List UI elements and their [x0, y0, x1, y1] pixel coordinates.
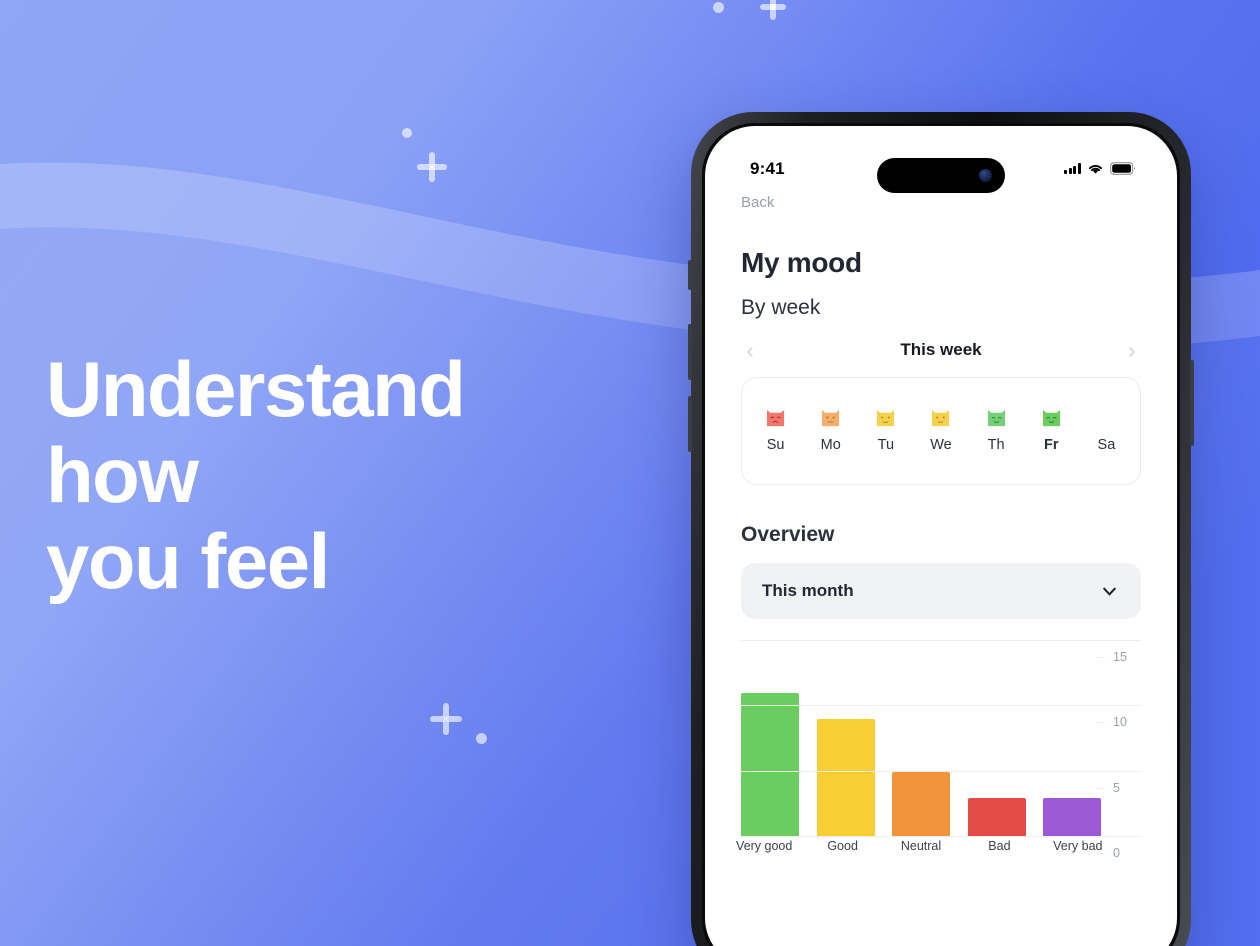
- phone-bezel: 9:41 Back My mood By week ‹ This week › …: [702, 123, 1180, 946]
- range-select-dropdown[interactable]: This month: [741, 563, 1141, 619]
- week-mood-card: Su Mo Tu We Th Fr Sa: [741, 377, 1141, 485]
- cat-face-icon-very-good: [1042, 409, 1060, 427]
- day-label: Sa: [1097, 437, 1116, 453]
- cat-face-icon-empty: [1096, 409, 1117, 428]
- hero-headline: Understand how you feel: [46, 345, 466, 605]
- chart-bar[interactable]: [892, 771, 950, 837]
- day-cell-mo[interactable]: Mo: [806, 409, 856, 453]
- chart-gridline: [741, 836, 1141, 837]
- chart-bar[interactable]: [967, 797, 1026, 837]
- sparkle-icon-upper-left: [417, 152, 447, 182]
- day-cell-th[interactable]: Th: [971, 409, 1021, 453]
- chart-x-axis-labels: Very good Good Neutral Bad Very bad: [736, 839, 1102, 859]
- chart-gridline: [741, 640, 1141, 641]
- status-icons: [1064, 162, 1136, 175]
- dynamic-island: [877, 158, 1005, 193]
- chart-bars: [741, 641, 1101, 837]
- chart-y-tick-label: 5: [1097, 781, 1141, 795]
- chart-bar-column[interactable]: [816, 719, 875, 837]
- chart-bar-column[interactable]: [892, 771, 950, 837]
- day-label: Mo: [820, 437, 841, 453]
- chart-bar[interactable]: [741, 693, 799, 837]
- cat-face-icon-neutral: [932, 409, 950, 427]
- day-cell-fr[interactable]: Fr: [1026, 409, 1076, 453]
- mood-bar-chart: Very good Good Neutral Bad Very bad 0 5 10 15: [736, 640, 1141, 860]
- week-navigation: ‹ This week ›: [741, 337, 1141, 363]
- day-cell-tu[interactable]: Tu: [861, 409, 911, 453]
- cat-face-icon-neutral: [877, 409, 895, 427]
- week-period-label: This week: [900, 340, 982, 359]
- chart-y-tick-label: 10: [1097, 715, 1141, 729]
- section-title-by-week: By week: [741, 296, 821, 319]
- chart-gridline: [741, 770, 1141, 772]
- cat-face-icon-good: [987, 409, 1005, 427]
- phone-mute-switch[interactable]: [688, 260, 692, 290]
- range-select-value: This month: [762, 581, 854, 600]
- decor-dot-lower-left: [476, 733, 487, 744]
- chevron-down-icon: [1103, 587, 1116, 595]
- chart-x-tick-label: Good: [827, 839, 858, 853]
- day-cell-sa[interactable]: Sa: [1081, 409, 1131, 453]
- phone-power-button[interactable]: [1190, 360, 1194, 446]
- sparkle-icon-top: [760, 0, 786, 20]
- day-cell-we[interactable]: We: [916, 409, 966, 453]
- chart-bar-column[interactable]: [741, 693, 799, 837]
- day-label: We: [930, 437, 952, 453]
- sparkle-icon-lower-left: [430, 703, 462, 735]
- cat-face-icon-very-bad: [767, 409, 785, 427]
- day-label: Th: [987, 437, 1005, 453]
- back-button[interactable]: Back: [741, 194, 774, 211]
- chart-y-tick-label: 15: [1097, 650, 1141, 664]
- chart-bar[interactable]: [1043, 797, 1101, 837]
- hero-headline-line-3: you feel: [46, 517, 330, 605]
- cat-face-icon-bad: [822, 409, 840, 427]
- status-time: 9:41: [750, 159, 785, 178]
- day-label: Fr: [1044, 437, 1059, 453]
- hero-headline-line-2: how: [46, 431, 199, 519]
- decor-dot-top: [713, 2, 724, 13]
- phone-volume-up[interactable]: [688, 324, 692, 380]
- day-label: Tu: [877, 437, 895, 453]
- chart-bar-column[interactable]: [1043, 797, 1101, 837]
- decor-dot-upper-left: [402, 128, 412, 138]
- chart-x-tick-label: Bad: [988, 839, 1011, 853]
- phone-volume-down[interactable]: [688, 396, 692, 452]
- chevron-left-icon[interactable]: ‹: [741, 338, 759, 362]
- app-content: Back My mood By week ‹ This week › Su Mo…: [705, 182, 1177, 860]
- chart-bar[interactable]: [816, 719, 875, 837]
- page-title: My mood: [741, 247, 862, 278]
- day-cell-su[interactable]: Su: [751, 409, 801, 453]
- chart-y-tick-label: 0: [1097, 846, 1141, 860]
- chart-gridline: [741, 705, 1141, 707]
- phone-screen: 9:41 Back My mood By week ‹ This week › …: [705, 126, 1177, 946]
- wifi-icon: [1088, 164, 1103, 174]
- phone-mockup: 9:41 Back My mood By week ‹ This week › …: [688, 112, 1194, 946]
- chart-bar-column[interactable]: [967, 797, 1026, 837]
- hero-headline-line-1: Understand: [46, 345, 466, 433]
- front-camera-icon: [979, 169, 992, 182]
- battery-icon: [1110, 162, 1135, 175]
- cellular-signal-icon: [1064, 163, 1081, 174]
- status-bar: 9:41: [705, 126, 1177, 193]
- section-title-overview: Overview: [741, 523, 835, 546]
- day-label: Su: [766, 437, 785, 453]
- chart-x-tick-label: Very good: [736, 839, 793, 853]
- chevron-right-icon[interactable]: ›: [1123, 338, 1141, 362]
- chart-x-tick-label: Neutral: [900, 839, 942, 853]
